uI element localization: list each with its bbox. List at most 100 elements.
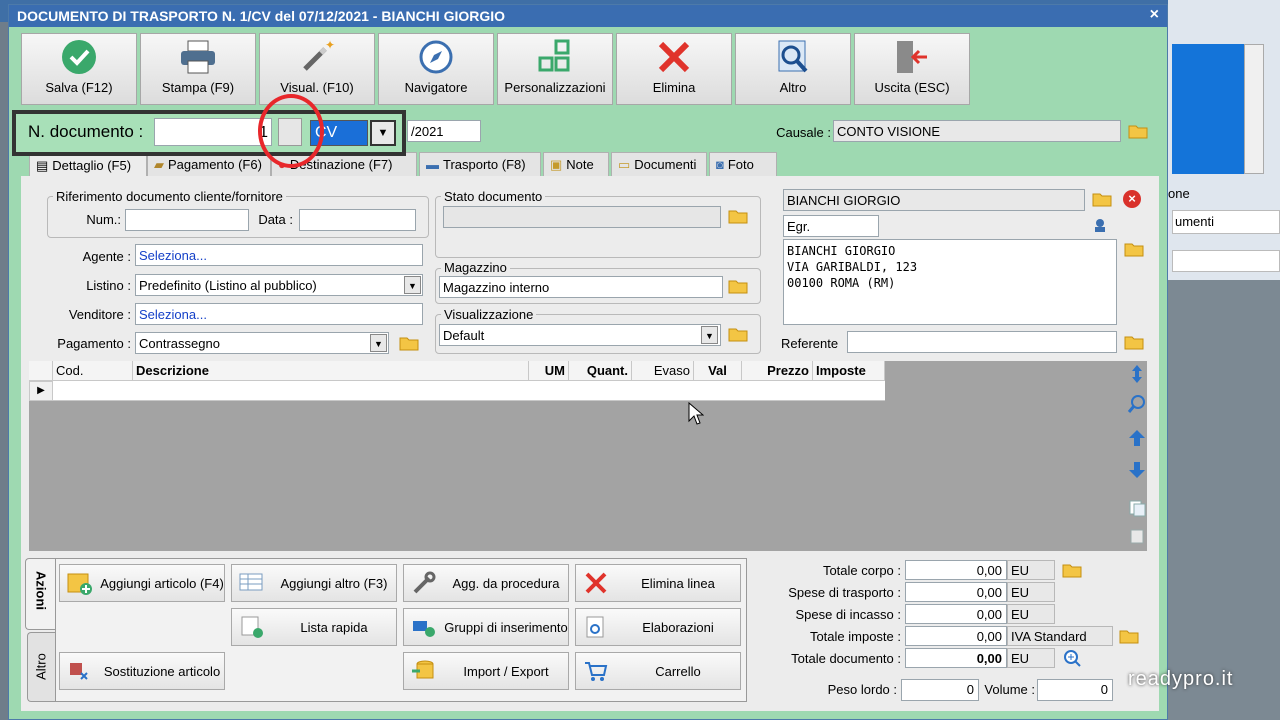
- pagamento-folder-icon[interactable]: [398, 333, 420, 353]
- cart-button[interactable]: Carrello: [575, 652, 741, 690]
- delete-button[interactable]: Elimina: [616, 33, 732, 105]
- col-val[interactable]: Val: [694, 361, 742, 381]
- totale-corpo-label: Totale corpo :: [822, 563, 901, 578]
- date-field[interactable]: /2021: [407, 120, 481, 142]
- tab-altro[interactable]: Altro: [27, 632, 55, 702]
- volume-field[interactable]: 0: [1037, 679, 1113, 701]
- print-button[interactable]: Stampa (F9): [140, 33, 256, 105]
- col-prezzo[interactable]: Prezzo: [742, 361, 813, 381]
- cliente-field[interactable]: BIANCHI GIORGIO: [783, 189, 1085, 211]
- camera-icon: ◙: [716, 157, 724, 172]
- pagamento-select[interactable]: Contrassegno: [135, 332, 389, 354]
- visualizzazione-select[interactable]: Default: [439, 324, 721, 346]
- address-line: 00100 ROMA (RM): [787, 276, 896, 290]
- save-label: Salva (F12): [45, 80, 113, 95]
- doc-number-field[interactable]: 1: [154, 118, 272, 146]
- visualizzazione-dropdown-icon[interactable]: ▼: [701, 326, 718, 344]
- replace-icon: [60, 659, 100, 683]
- tab-note[interactable]: ▣ Note: [543, 152, 609, 176]
- processing-button[interactable]: Elaborazioni: [575, 608, 741, 646]
- stato-folder-icon[interactable]: [727, 206, 749, 226]
- magazzino-field[interactable]: Magazzino interno: [439, 276, 723, 298]
- col-evaso[interactable]: Evaso: [632, 361, 694, 381]
- data-field[interactable]: [299, 209, 416, 231]
- spese-trasporto-value[interactable]: 0,00: [905, 582, 1007, 602]
- copy-icon[interactable]: [1126, 496, 1148, 520]
- add-article-button[interactable]: Aggiungi articolo (F4): [59, 564, 225, 602]
- background-scrollbar[interactable]: [1244, 44, 1264, 174]
- totale-corpo-unit: EU: [1007, 560, 1055, 580]
- paste-icon[interactable]: [1126, 524, 1148, 548]
- azioni-label: Azioni: [33, 571, 49, 610]
- insert-groups-button[interactable]: Gruppi di inserimento: [403, 608, 569, 646]
- preview-button[interactable]: ✦ Visual. (F10): [259, 33, 375, 105]
- address-folder-icon[interactable]: [1123, 239, 1145, 259]
- agente-field[interactable]: Seleziona...: [135, 244, 423, 266]
- truck-icon: ▬: [426, 157, 439, 172]
- causale-folder-icon[interactable]: [1127, 121, 1149, 141]
- tab-documenti[interactable]: ▭ Documenti: [611, 152, 707, 176]
- tab-azioni[interactable]: Azioni: [25, 558, 55, 630]
- window-title: DOCUMENTO DI TRASPORTO N. 1/CV del 07/12…: [9, 5, 1167, 27]
- compass-icon: [419, 40, 453, 74]
- totale-imposte-label: Totale imposte :: [809, 629, 901, 644]
- totale-corpo-value: 0,00: [905, 560, 1007, 580]
- note-icon: ▣: [550, 156, 563, 172]
- col-descrizione[interactable]: Descrizione: [133, 361, 529, 381]
- col-quant[interactable]: Quant.: [569, 361, 632, 381]
- cliente-address[interactable]: BIANCHI GIORGIO VIA GARIBALDI, 123 00100…: [783, 239, 1117, 325]
- background-area: [1168, 280, 1280, 720]
- titolo-field[interactable]: Egr.: [783, 215, 879, 237]
- referente-field[interactable]: [847, 331, 1117, 353]
- import-export-button[interactable]: Import / Export: [403, 652, 569, 690]
- col-um[interactable]: UM: [529, 361, 569, 381]
- background-field-2[interactable]: [1172, 250, 1280, 272]
- series-dropdown-icon[interactable]: ▼: [370, 120, 396, 146]
- quick-list-button[interactable]: Lista rapida: [231, 608, 397, 646]
- magazzino-folder-icon[interactable]: [727, 276, 749, 296]
- cliente-folder-icon[interactable]: [1091, 189, 1113, 209]
- delete-x-icon: [576, 571, 616, 595]
- col-imposte[interactable]: Imposte: [813, 361, 885, 381]
- spese-incasso-value[interactable]: 0,00: [905, 604, 1007, 624]
- causale-field[interactable]: CONTO VISIONE: [833, 120, 1121, 142]
- zoom-icon[interactable]: [1061, 648, 1083, 668]
- background-field[interactable]: umenti: [1172, 210, 1280, 234]
- col-cod[interactable]: Cod.: [53, 361, 133, 381]
- close-icon[interactable]: ×: [1150, 6, 1159, 24]
- search-icon[interactable]: [1126, 392, 1148, 416]
- tab-trasporto[interactable]: ▬ Trasporto (F8): [419, 152, 541, 176]
- cliente-clear-icon[interactable]: ×: [1123, 190, 1141, 208]
- exit-button[interactable]: Uscita (ESC): [854, 33, 970, 105]
- move-down-icon[interactable]: [1126, 458, 1148, 482]
- replace-article-button[interactable]: Sostituzione articolo: [59, 652, 225, 690]
- contact-search-icon[interactable]: [1091, 215, 1113, 235]
- num-field[interactable]: [125, 209, 249, 231]
- venditore-label: Venditore :: [68, 307, 131, 322]
- delete-line-button[interactable]: Elimina linea: [575, 564, 741, 602]
- listino-select[interactable]: Predefinito (Listino al pubblico): [135, 274, 423, 296]
- listino-dropdown-icon[interactable]: ▼: [404, 276, 421, 294]
- referente-folder-icon[interactable]: [1123, 332, 1145, 352]
- customizations-button[interactable]: Personalizzazioni: [497, 33, 613, 105]
- more-button[interactable]: Altro: [735, 33, 851, 105]
- pagamento-dropdown-icon[interactable]: ▼: [370, 334, 387, 352]
- move-up-icon[interactable]: [1126, 426, 1148, 450]
- add-from-procedure-button[interactable]: Agg. da procedura: [403, 564, 569, 602]
- navigator-button[interactable]: Navigatore: [378, 33, 494, 105]
- visualizzazione-folder-icon[interactable]: [727, 324, 749, 344]
- peso-field[interactable]: 0: [901, 679, 979, 701]
- iva-folder-icon[interactable]: [1118, 626, 1140, 646]
- tab-foto[interactable]: ◙ Foto: [709, 152, 777, 176]
- customizations-label: Personalizzazioni: [504, 80, 606, 95]
- sort-icon[interactable]: [1126, 362, 1148, 386]
- num-label: Num.:: [86, 212, 121, 227]
- totale-corpo-folder-icon[interactable]: [1061, 560, 1083, 580]
- table-row[interactable]: [53, 381, 885, 401]
- add-other-button[interactable]: Aggiungi altro (F3): [231, 564, 397, 602]
- save-button[interactable]: Salva (F12): [21, 33, 137, 105]
- agente-label: Agente :: [82, 249, 131, 264]
- stato-field[interactable]: [443, 206, 721, 228]
- spese-trasporto-label: Spese di trasporto :: [788, 585, 901, 600]
- venditore-field[interactable]: Seleziona...: [135, 303, 423, 325]
